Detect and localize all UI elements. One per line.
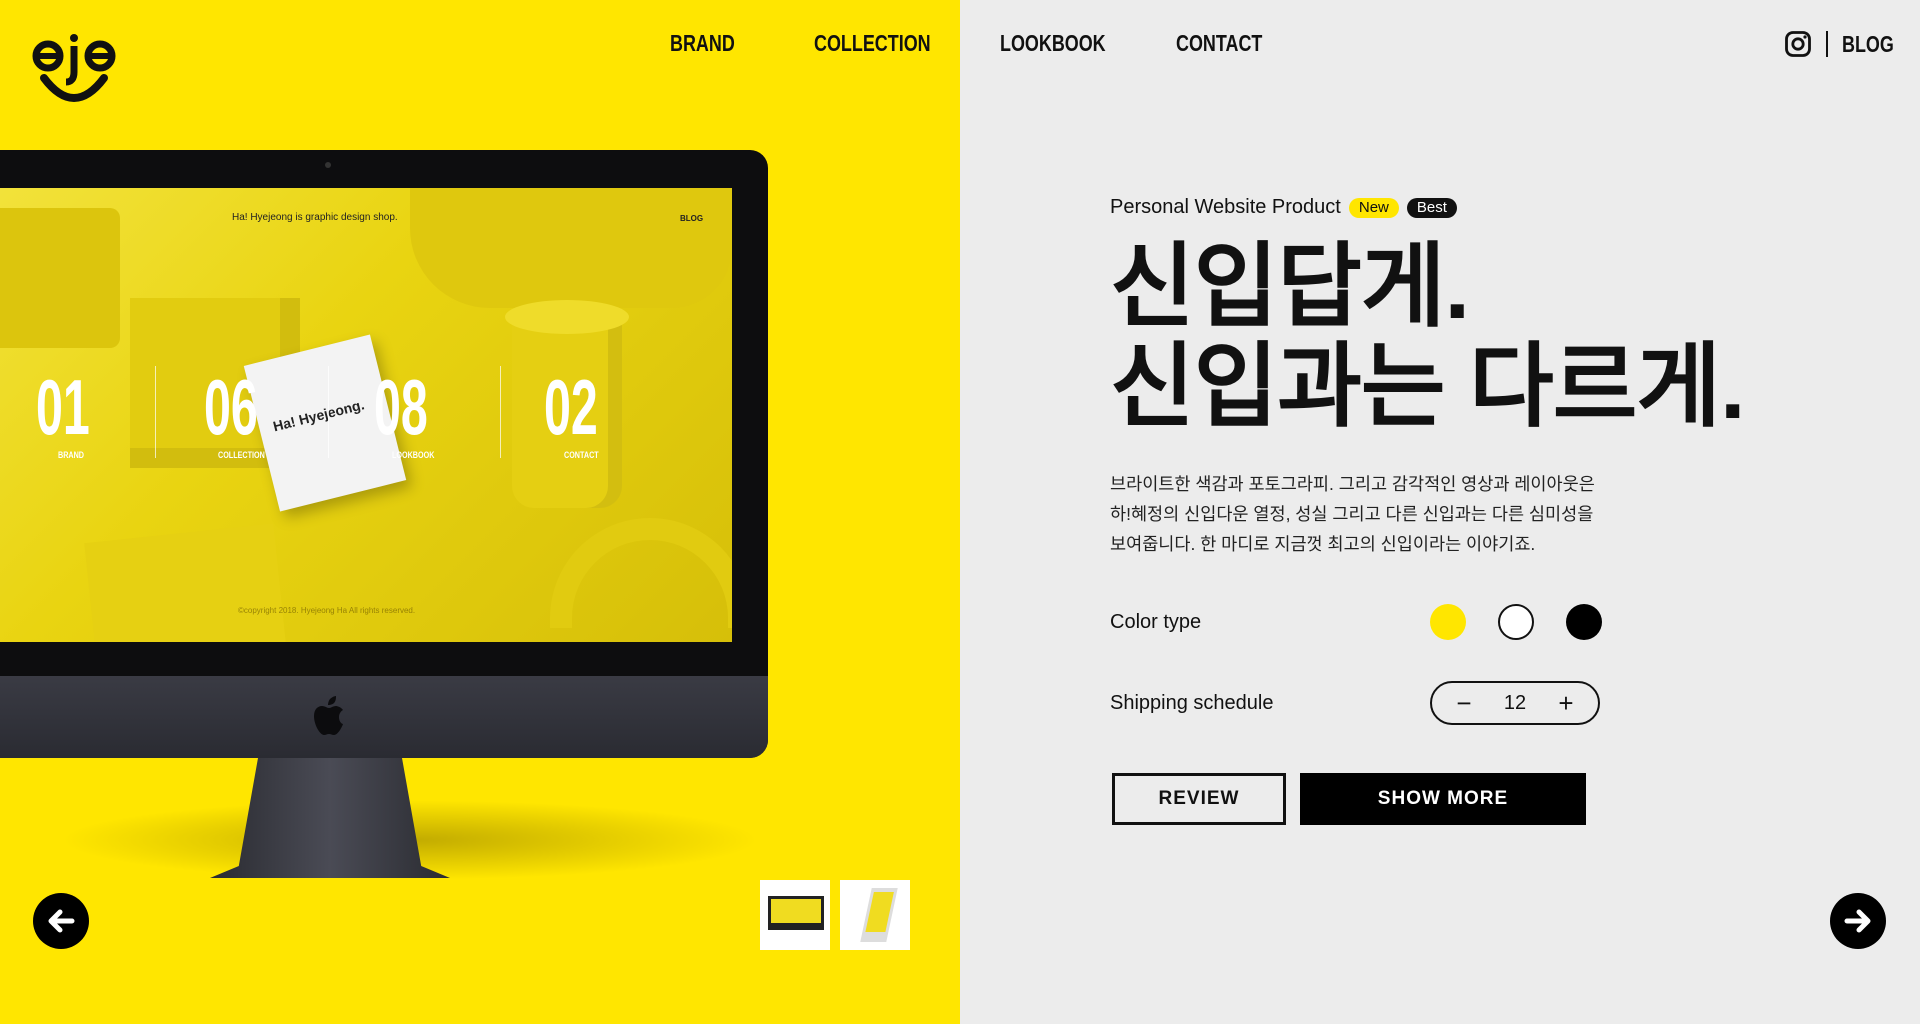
review-button[interactable]: REVIEW [1112, 773, 1286, 825]
header-divider [1826, 31, 1828, 57]
color-type-label: Color type [1110, 610, 1202, 633]
nav-contact[interactable]: CONTACT [1176, 30, 1262, 57]
shipping-stepper: − 12 + [1430, 681, 1600, 725]
thumbnail-imac-side[interactable] [840, 880, 910, 950]
next-button[interactable] [1830, 893, 1886, 949]
camera-dot [325, 162, 331, 168]
color-swatch-black[interactable] [1566, 604, 1602, 640]
decrement-button[interactable]: − [1454, 690, 1474, 716]
color-swatch-yellow[interactable] [1430, 604, 1466, 640]
nav-brand[interactable]: BRAND [670, 30, 735, 57]
brand-logo[interactable] [32, 32, 116, 108]
product-description: 브라이트한 색감과 포토그라피. 그리고 감각적인 영상과 레이아웃은 하!혜정… [1110, 469, 1630, 559]
apple-icon [314, 696, 343, 735]
prev-button[interactable] [33, 893, 89, 949]
arrow-left-icon [48, 909, 75, 933]
monitor-chin [0, 676, 768, 758]
shipping-label: Shipping schedule [1110, 691, 1274, 714]
stat-label-collection: COLLECTION [218, 450, 265, 460]
new-badge: New [1348, 197, 1399, 218]
stat-number-lookbook: 08 [374, 363, 428, 451]
monitor-screen: Ha! Hyejeong. Ha! Hyejeong is graphic de… [0, 188, 732, 642]
product-info: Personal Website Product New Best 신입답게. … [1110, 196, 1830, 559]
cup-lid-shape [505, 300, 629, 334]
headline-line-2: 신입과는 다르게. [1110, 336, 1746, 438]
product-eyebrow: Personal Website Product New Best [1110, 196, 1830, 219]
hero-panel: Ha! Hyejeong. Ha! Hyejeong is graphic de… [0, 0, 960, 1024]
blog-link[interactable]: BLOG [1842, 31, 1894, 58]
instagram-icon[interactable] [1784, 30, 1812, 58]
description-line-2: 하!혜정의 신입다운 열정, 성실 그리고 다른 신입과는 다른 심미성을 [1110, 504, 1594, 524]
stat-separator [328, 366, 329, 458]
screen-blog-link: BLOG [680, 214, 704, 223]
screen-copyright: ©copyright 2018. Hyejeong Ha All rights … [238, 606, 416, 615]
nav-lookbook[interactable]: LOOKBOOK [1000, 30, 1106, 57]
shipping-value[interactable]: 12 [1504, 692, 1526, 715]
sneaker-shape [410, 188, 732, 308]
nav-collection[interactable]: COLLECTION [814, 30, 931, 57]
product-category: Personal Website Product [1110, 196, 1341, 218]
description-line-3: 보여줍니다. 한 마디로 지금껏 최고의 신입이라는 이야기죠. [1110, 534, 1536, 554]
stat-separator [500, 366, 501, 458]
description-line-1: 브라이트한 색감과 포토그라피. 그리고 감각적인 영상과 레이아웃은 [1110, 474, 1595, 494]
stat-number-contact: 02 [544, 363, 598, 451]
stat-label-brand: BRAND [58, 450, 84, 460]
screen-tagline: Ha! Hyejeong is graphic design shop. [232, 212, 398, 223]
color-swatch-white[interactable] [1498, 604, 1534, 640]
thumbnail-imac-front[interactable] [760, 880, 830, 950]
stat-number-brand: 01 [36, 363, 90, 451]
show-more-button[interactable]: SHOW MORE [1300, 773, 1586, 825]
stat-number-collection: 06 [204, 363, 258, 451]
header-utility: BLOG [1784, 30, 1894, 58]
stat-separator [155, 366, 156, 458]
arrow-right-icon [1844, 909, 1871, 933]
stat-label-contact: CONTACT [564, 450, 599, 460]
shipping-row: Shipping schedule − 12 + [1110, 681, 1600, 725]
card-text: Ha! Hyejeong. [271, 396, 366, 435]
color-type-row: Color type [1110, 604, 1634, 640]
gameboy-shape [84, 523, 286, 642]
product-headline: 신입답게. 신입과는 다르게. [1110, 237, 1830, 437]
camera-shape [0, 208, 120, 348]
headphones-shape [550, 518, 732, 628]
increment-button[interactable]: + [1556, 690, 1576, 716]
headline-line-1: 신입답게. [1110, 236, 1470, 338]
thumbnail-strip [760, 880, 910, 950]
best-badge: Best [1406, 197, 1457, 218]
stat-label-lookbook: LOOKBOOK [392, 450, 435, 460]
